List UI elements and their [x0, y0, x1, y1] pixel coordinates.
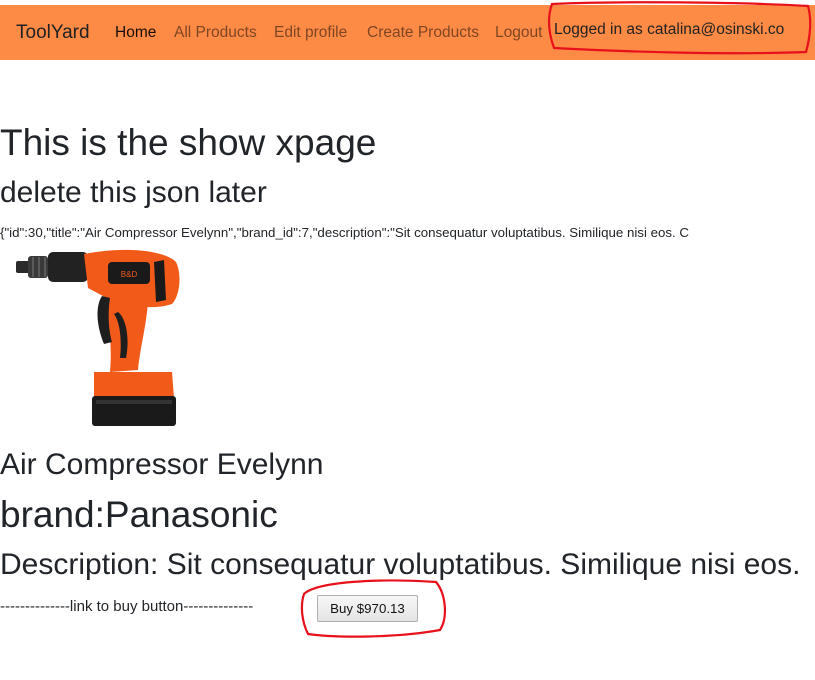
product-title: Air Compressor Evelynn	[0, 448, 324, 481]
cordless-drill-icon: B&D	[16, 249, 180, 426]
buy-button[interactable]: Buy $970.13	[317, 595, 418, 622]
nav-link-edit-profile[interactable]: Edit profile	[274, 24, 347, 42]
nav-link-all-products[interactable]: All Products	[174, 24, 257, 42]
brand-logo[interactable]: ToolYard	[16, 22, 90, 44]
nav-link-create-products[interactable]: Create Products	[367, 24, 479, 42]
buy-link-label: --------------link to buy button--------…	[0, 598, 254, 615]
page-subtitle: delete this json later	[0, 176, 267, 209]
nav-link-logout[interactable]: Logout	[495, 24, 542, 42]
logged-in-status: Logged in as catalina@osinski.co	[554, 21, 785, 38]
nav-link-home[interactable]: Home	[115, 24, 156, 42]
json-dump: {"id":30,"title":"Air Compressor Evelynn…	[0, 225, 690, 240]
navbar: ToolYard Home All Products Edit profile …	[0, 5, 815, 60]
page-title: This is the show xpage	[0, 122, 377, 163]
product-description: Description: Sit consequatur voluptatibu…	[0, 548, 801, 581]
svg-text:B&D: B&D	[121, 270, 138, 279]
product-brand: brand:Panasonic	[0, 494, 278, 535]
